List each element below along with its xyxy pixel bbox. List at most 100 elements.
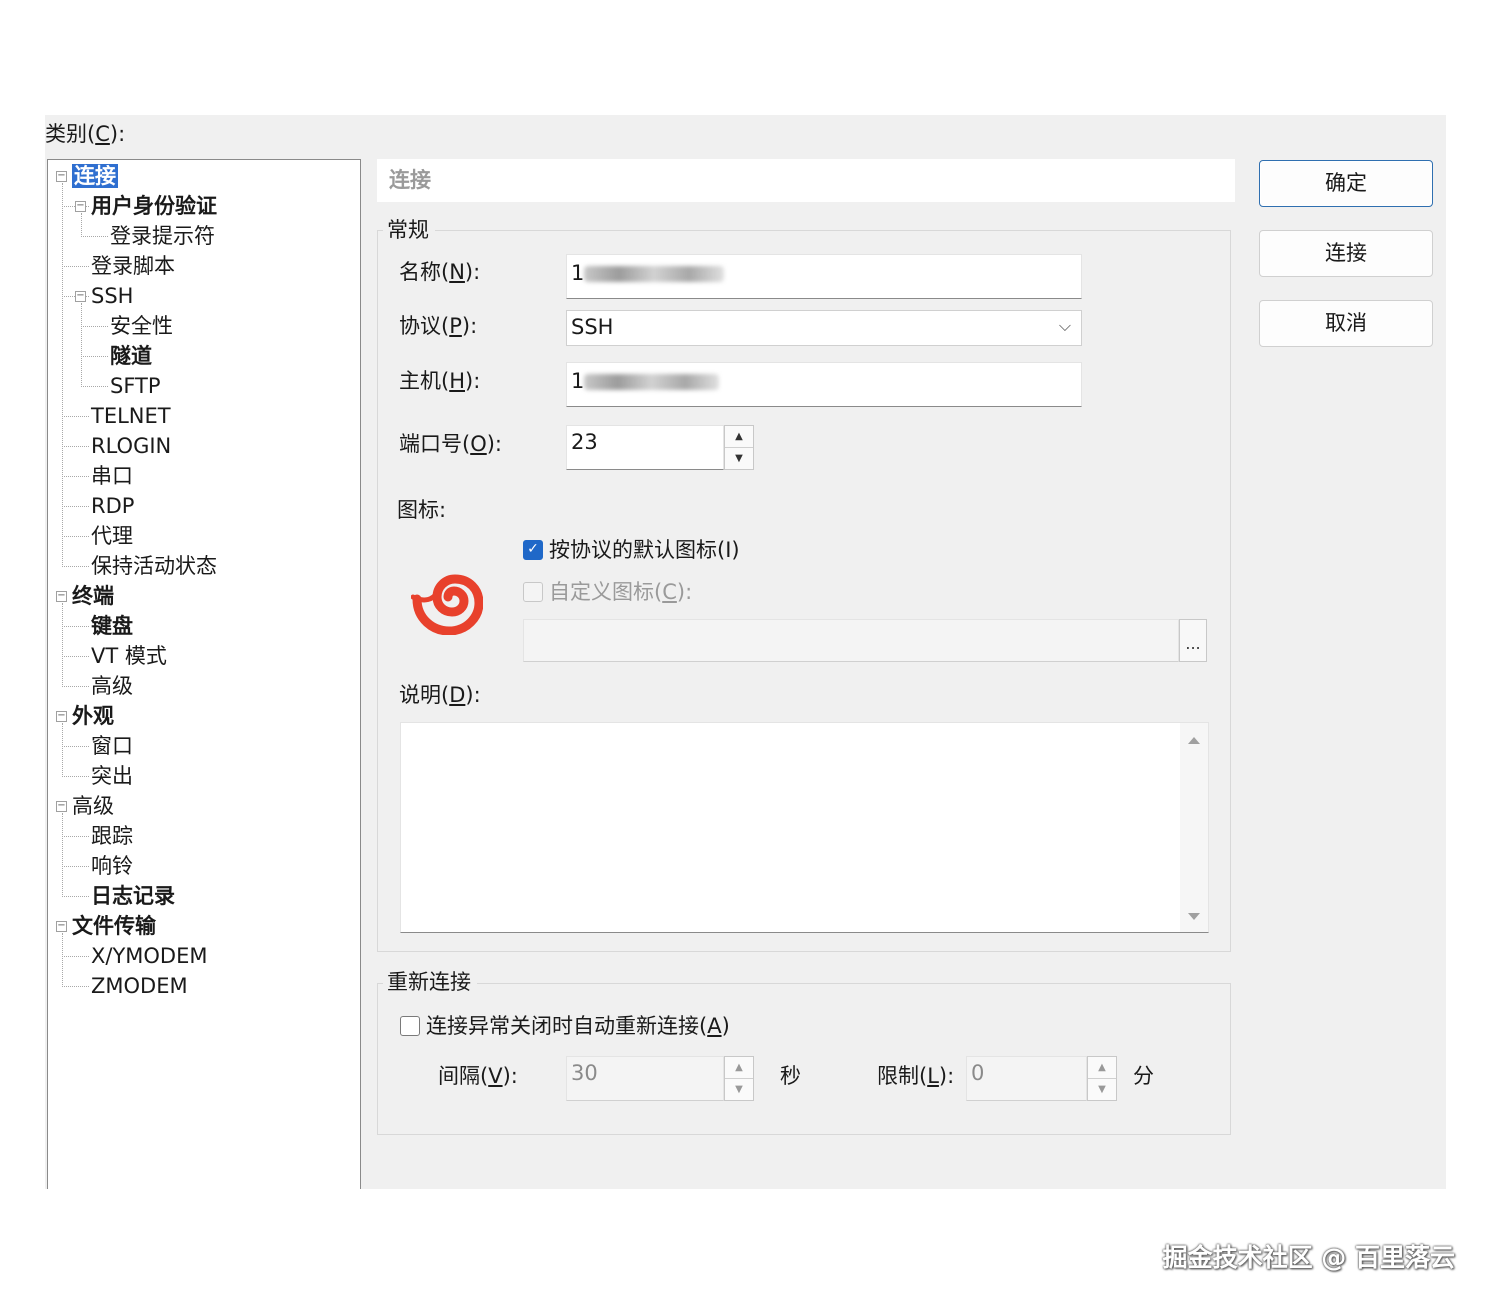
connect-button[interactable]: 连接 [1259,230,1433,277]
tree-item-label: 高级 [72,794,114,818]
category-tree[interactable]: − 连接 − 用户身份验证 登录提示符 登录脚本 − SSH 安全性 隧道 SFTP TELNET RL… [47,159,361,1189]
tree-branch-line [62,746,89,747]
tree-item[interactable]: 终端 [72,582,114,610]
tree-expander-icon[interactable]: − [75,291,86,302]
tree-item[interactable]: 登录提示符 [110,222,215,250]
tree-expander-icon[interactable]: − [56,591,67,602]
tree-item[interactable]: VT 模式 [91,642,167,670]
custom-icon-label: 自定义图标(C): [549,580,693,604]
scroll-down-icon[interactable] [1188,913,1200,920]
name-input[interactable]: 1 [566,254,1082,299]
tree-expander-icon[interactable]: − [56,171,67,182]
tree-item-label: 登录提示符 [110,224,215,248]
port-input[interactable]: 23 [566,425,724,470]
limit-unit: 分 [1133,1064,1154,1088]
description-scrollbar[interactable] [1180,723,1208,932]
custom-icon-checkbox[interactable] [523,582,543,602]
default-icon-label: 按协议的默认图标(I) [549,538,740,562]
tree-branch-line [62,626,89,627]
browse-icon-button[interactable]: ... [1179,619,1207,662]
tree-item-label: ZMODEM [91,974,188,998]
interval-input[interactable]: 30 [566,1056,724,1101]
session-protocol-icon [410,573,484,636]
tree-item-label: 跟踪 [91,824,133,848]
tree-branch-line [62,536,89,537]
tree-item[interactable]: TELNET [91,402,171,430]
tree-item[interactable]: 代理 [91,522,133,550]
tree-branch-line [62,656,89,657]
tree-item-label: 保持活动状态 [91,554,217,578]
tree-item-label: 登录脚本 [91,254,175,278]
tree-item[interactable]: 键盘 [91,612,133,640]
cancel-button[interactable]: 取消 [1259,300,1433,347]
tree-expander-icon[interactable]: − [56,921,67,932]
tree-guide-line [62,933,63,987]
tree-item-label: 代理 [91,524,133,548]
interval-spinner[interactable]: ▲ ▼ [724,1056,754,1101]
tree-guide-line [62,813,63,897]
tree-item[interactable]: 突出 [91,762,133,790]
scroll-up-icon[interactable] [1188,737,1200,744]
tree-item[interactable]: 隧道 [110,342,152,370]
tree-item-label: 窗口 [91,734,133,758]
redacted-name [584,266,725,282]
custom-icon-path-input[interactable] [523,619,1179,662]
tree-item[interactable]: SFTP [110,372,161,400]
tree-item[interactable]: 高级 [72,792,114,820]
limit-spinner[interactable]: ▲ ▼ [1087,1056,1117,1101]
tree-expander-icon[interactable]: − [56,801,67,812]
tree-item-label: 响铃 [91,854,133,878]
spin-down-icon[interactable]: ▼ [725,448,753,470]
tree-branch-line [62,866,89,867]
default-icon-checkbox[interactable]: ✓ [523,540,543,560]
tree-item-label: 安全性 [110,314,173,338]
tree-item-label: 终端 [72,584,114,608]
tree-item[interactable]: 连接 [72,162,118,190]
tree-item[interactable]: 安全性 [110,312,173,340]
tree-item-label: 键盘 [91,614,133,638]
interval-unit: 秒 [780,1064,801,1088]
tree-expander-icon[interactable]: − [56,711,67,722]
tree-item[interactable]: 外观 [72,702,114,730]
tree-branch-line [62,476,89,477]
tree-item[interactable]: 跟踪 [91,822,133,850]
tree-item[interactable]: 日志记录 [91,882,175,910]
tree-item[interactable]: X/YMODEM [91,942,208,970]
port-spinner[interactable]: ▲ ▼ [724,425,754,470]
tree-item[interactable]: ZMODEM [91,972,188,1000]
tree-expander-icon[interactable]: − [75,201,86,212]
tree-item-label: RDP [91,494,135,518]
description-textarea[interactable] [400,722,1209,933]
tree-item-label: 隧道 [110,344,152,368]
tree-item-label: RLOGIN [91,434,172,458]
spin-down-icon[interactable]: ▼ [725,1079,753,1101]
tree-item[interactable]: RDP [91,492,134,520]
tree-item[interactable]: 高级 [91,672,133,700]
general-group-title: 常规 [383,216,435,244]
spin-up-icon[interactable]: ▲ [1088,1057,1116,1079]
spin-up-icon[interactable]: ▲ [725,1057,753,1079]
tree-item[interactable]: SSH [91,282,133,310]
tree-item[interactable]: 响铃 [91,852,133,880]
tree-item[interactable]: 登录脚本 [91,252,175,280]
host-input[interactable]: 1 [566,362,1082,407]
host-label: 主机(H): [399,369,481,393]
protocol-select[interactable]: SSH ⌵ [566,310,1082,346]
tree-item[interactable]: 用户身份验证 [91,192,217,220]
tree-branch-line [81,386,108,387]
tree-guide-line [62,723,63,777]
tree-branch-line [81,236,108,237]
spin-up-icon[interactable]: ▲ [725,426,753,448]
tree-guide-line [81,303,82,387]
ok-button[interactable]: 确定 [1259,160,1433,207]
limit-input[interactable]: 0 [966,1056,1087,1101]
spin-down-icon[interactable]: ▼ [1088,1079,1116,1101]
tree-item[interactable]: 文件传输 [72,912,156,940]
auto-reconnect-checkbox[interactable] [400,1016,420,1036]
tree-item[interactable]: 窗口 [91,732,133,760]
tree-branch-line [62,506,89,507]
tree-item[interactable]: 保持活动状态 [91,552,217,580]
session-properties-dialog: 类别(C): − 连接 − 用户身份验证 登录提示符 登录脚本 − SSH 安全性 隧道 SFTP T… [45,115,1446,1189]
tree-item[interactable]: RLOGIN [91,432,171,460]
tree-item[interactable]: 串口 [91,462,133,490]
